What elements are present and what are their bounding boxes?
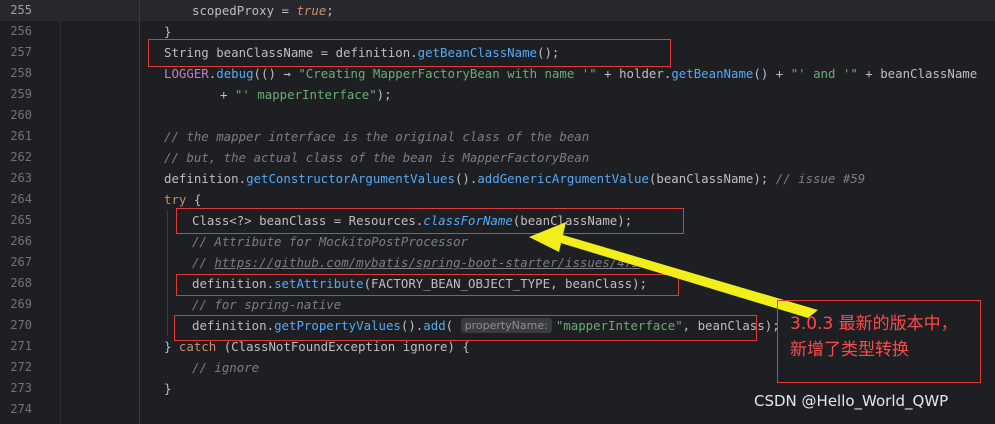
arrow-head [529,222,566,252]
annotation-line-1: 3.0.3 最新的版本中， [790,314,958,334]
watermark: CSDN @Hello_World_QWP [754,392,949,410]
annotation-line-2: 新增了类型转换 [790,340,909,360]
annotation-callout: 3.0.3 最新的版本中， 新增了类型转换 [777,300,981,383]
